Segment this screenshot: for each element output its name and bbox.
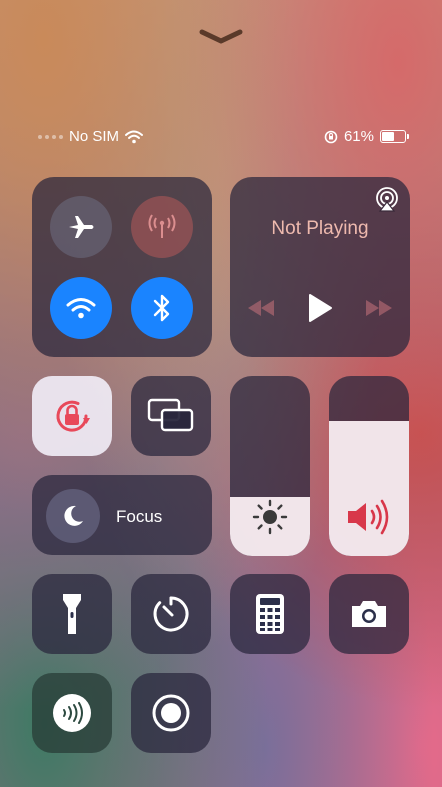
screen-mirroring-icon (147, 398, 194, 432)
wifi-button[interactable] (50, 277, 112, 339)
wifi-icon (66, 298, 96, 319)
cellular-data-button[interactable] (131, 196, 193, 258)
nfc-circle (53, 694, 91, 732)
battery-icon (380, 130, 409, 143)
airplane-icon (69, 216, 94, 238)
status-bar-left: No SIM (38, 128, 144, 145)
bluetooth-icon (153, 294, 170, 322)
focus-moon-circle (46, 489, 100, 543)
chevron-down-icon[interactable] (198, 26, 244, 46)
camera-icon (352, 601, 386, 627)
flashlight-icon (63, 594, 81, 634)
cellular-antenna-icon (148, 214, 176, 238)
battery-percent: 61% (343, 128, 374, 145)
orientation-lock-icon (324, 130, 338, 143)
rewind-icon[interactable] (246, 297, 276, 319)
nfc-reader-button[interactable] (32, 673, 112, 753)
screen-mirroring-button[interactable] (131, 376, 211, 456)
sun-icon (252, 499, 288, 535)
timer-button[interactable] (131, 574, 211, 654)
flashlight-button[interactable] (32, 574, 112, 654)
timer-icon (153, 596, 189, 632)
calculator-icon (256, 594, 284, 634)
now-playing-label: Not Playing (271, 218, 369, 239)
airplay-icon[interactable] (374, 186, 400, 212)
carrier-label: No SIM (69, 128, 120, 145)
bluetooth-button[interactable] (131, 277, 193, 339)
play-icon[interactable] (306, 292, 334, 324)
calculator-button[interactable] (230, 574, 310, 654)
airplane-mode-button[interactable] (50, 196, 112, 258)
orientation-lock-button[interactable] (32, 376, 112, 456)
signal-dots (38, 134, 63, 139)
screen-record-icon (152, 694, 190, 732)
focus-label: Focus (116, 507, 163, 526)
camera-button[interactable] (329, 574, 409, 654)
moon-icon (64, 505, 83, 526)
screen-record-button[interactable] (131, 673, 211, 753)
fast-forward-icon[interactable] (364, 297, 394, 319)
status-bar-right: 61% (324, 128, 409, 145)
nfc-icon (63, 702, 83, 724)
orientation-lock-icon (56, 400, 90, 432)
wifi-icon (125, 130, 144, 143)
speaker-icon (348, 499, 389, 535)
